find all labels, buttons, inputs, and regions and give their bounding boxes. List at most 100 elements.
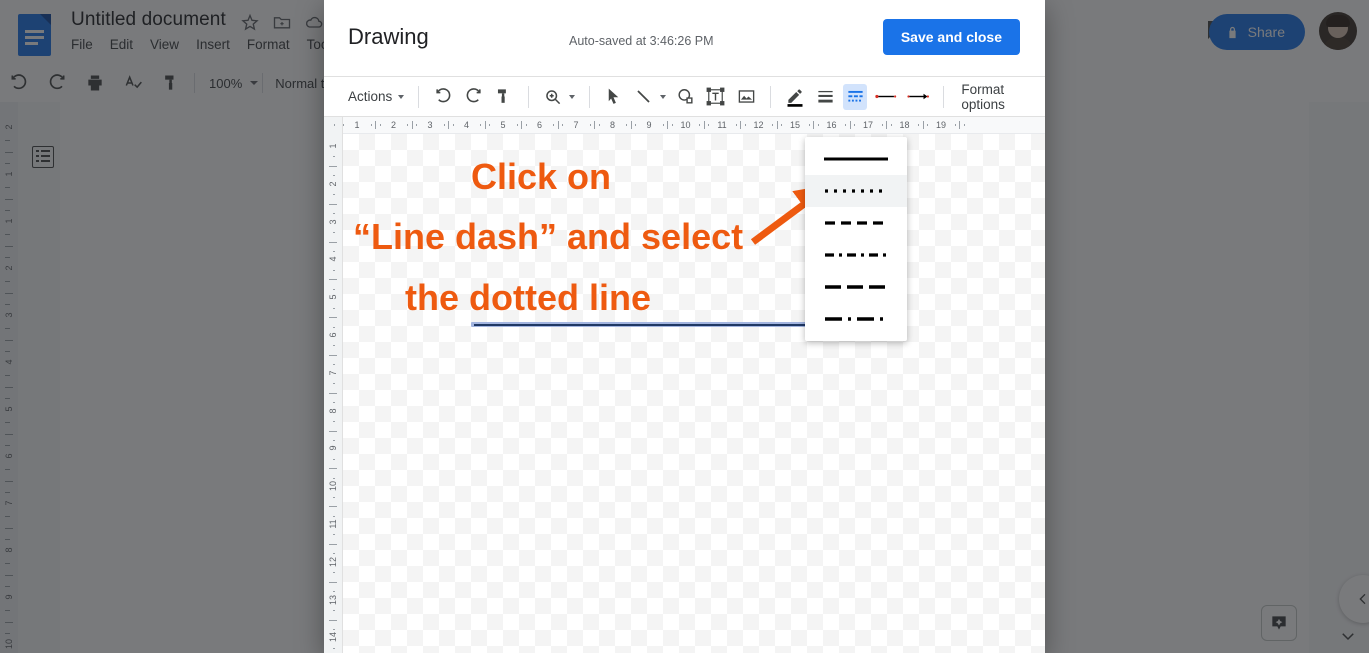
ruler-tick [448, 121, 450, 129]
line-icon[interactable] [632, 84, 656, 110]
ruler-tick [626, 124, 628, 126]
ruler-number: 17 [862, 120, 874, 130]
ruler-tick [813, 121, 815, 129]
annotation-line-3: the dotted line [405, 277, 651, 318]
ruler-tick [333, 345, 335, 347]
ruler-tick [557, 121, 559, 129]
line-chevron-down-icon[interactable] [659, 94, 666, 99]
drawing-canvas[interactable]: Click on “Line dash” and select the dott… [343, 134, 1045, 653]
ruler-number: 7 [328, 370, 338, 376]
image-icon[interactable] [734, 84, 758, 110]
ruler-tick [329, 506, 337, 508]
ruler-number: 7 [573, 120, 579, 130]
fill-color-icon[interactable] [783, 84, 807, 110]
ruler-number: 10 [680, 120, 691, 130]
ruler-number: 18 [899, 120, 910, 130]
ruler-tick [703, 121, 705, 129]
dash-option-dash-dot-line[interactable] [805, 239, 907, 271]
ruler-tick [662, 124, 664, 126]
zoom-chevron-down-icon[interactable] [568, 94, 575, 99]
border-weight-icon[interactable] [813, 84, 837, 110]
ruler-number: 12 [753, 120, 764, 130]
actions-menu-button[interactable]: Actions [348, 89, 409, 104]
ruler-tick [329, 165, 337, 167]
line-dash-icon[interactable] [843, 83, 868, 110]
ruler-tick [333, 383, 335, 385]
ruler-tick [411, 121, 413, 129]
ruler-tick [772, 124, 774, 126]
ruler-tick [333, 307, 335, 309]
format-options-button[interactable]: Format options [961, 82, 1045, 112]
ruler-number: 2 [328, 181, 338, 187]
ruler-tick [333, 194, 335, 196]
ruler-number: 3 [328, 219, 338, 225]
text-box-icon[interactable] [704, 84, 728, 110]
annotation-line-1: Click on [471, 156, 612, 197]
shape-icon[interactable] [674, 84, 698, 110]
ruler-tick [890, 124, 892, 126]
dash-option-solid-line[interactable] [805, 143, 907, 175]
ruler-tick [333, 156, 335, 158]
ruler-tick [329, 468, 337, 470]
ruler-tick [817, 124, 819, 126]
line-end-icon[interactable] [905, 84, 931, 110]
ruler-tick [452, 124, 454, 126]
drawing-dialog: Drawing Auto-saved at 3:46:26 PM Save an… [324, 0, 1045, 653]
drawing-canvas-area: 1 2 3 4 5 6 7 8 9 10 11 12 13 14 Click on “Line dash”… [324, 134, 1045, 653]
dash-option-dotted-line[interactable] [805, 175, 907, 207]
ruler-tick [594, 121, 596, 129]
ruler-tick [329, 543, 337, 545]
dash-option-long-dash-line[interactable] [805, 271, 907, 303]
actions-chevron-down-icon [398, 94, 405, 99]
undo-icon[interactable] [431, 84, 455, 110]
ruler-tick [845, 124, 847, 126]
zoom-icon[interactable] [541, 84, 565, 110]
ruler-number: 6 [536, 120, 543, 130]
ruler-tick [329, 317, 337, 319]
ruler-number: 8 [328, 408, 338, 414]
ruler-tick [740, 121, 742, 129]
drawing-toolbar: Actions Format options [324, 76, 1045, 117]
ruler-number: 6 [328, 332, 338, 338]
ruler-tick [630, 121, 632, 129]
drawing-vertical-ruler: 1 2 3 4 5 6 7 8 9 10 11 12 13 14 [324, 134, 343, 653]
ruler-tick [776, 121, 778, 129]
ruler-tick [744, 124, 746, 126]
redo-icon[interactable] [461, 84, 485, 110]
ruler-tick [329, 203, 337, 205]
ruler-tick [333, 534, 335, 536]
ruler-tick [329, 430, 337, 432]
ruler-tick [333, 610, 335, 612]
line-start-icon[interactable] [873, 84, 899, 110]
ruler-tick [959, 121, 961, 129]
ruler-tick [343, 124, 345, 126]
ruler-tick [333, 269, 335, 271]
ruler-number: 12 [328, 556, 338, 567]
ruler-tick [329, 392, 337, 394]
actions-label: Actions [348, 89, 393, 104]
drawing-horizontal-ruler: 1 2 3 4 5 6 7 8 9 10 11 12 15 16 17 18 19 [324, 117, 1045, 134]
ruler-tick [635, 124, 637, 126]
ruler-tick [333, 647, 335, 649]
ruler-tick [333, 421, 335, 423]
ruler-tick [918, 124, 920, 126]
ruler-tick [416, 124, 418, 126]
ruler-tick [370, 124, 372, 126]
ruler-tick [562, 124, 564, 126]
ruler-number: 15 [789, 120, 801, 130]
paint-format-icon[interactable] [491, 84, 515, 110]
ruler-number: 5 [500, 120, 506, 130]
dash-option-long-dash-dot-line[interactable] [805, 303, 907, 335]
ruler-tick [379, 124, 381, 126]
ruler-number: 1 [354, 120, 360, 130]
ruler-number: 16 [826, 120, 837, 130]
ruler-tick [808, 124, 810, 126]
save-and-close-button[interactable]: Save and close [882, 19, 1020, 55]
select-pointer-icon[interactable] [602, 84, 626, 110]
ruler-tick [881, 124, 883, 126]
dash-option-dashed-line[interactable] [805, 207, 907, 239]
ruler-number: 2 [390, 120, 397, 130]
ruler-tick [333, 572, 335, 574]
ruler-tick [333, 232, 335, 234]
ruler-number: 14 [328, 632, 338, 643]
